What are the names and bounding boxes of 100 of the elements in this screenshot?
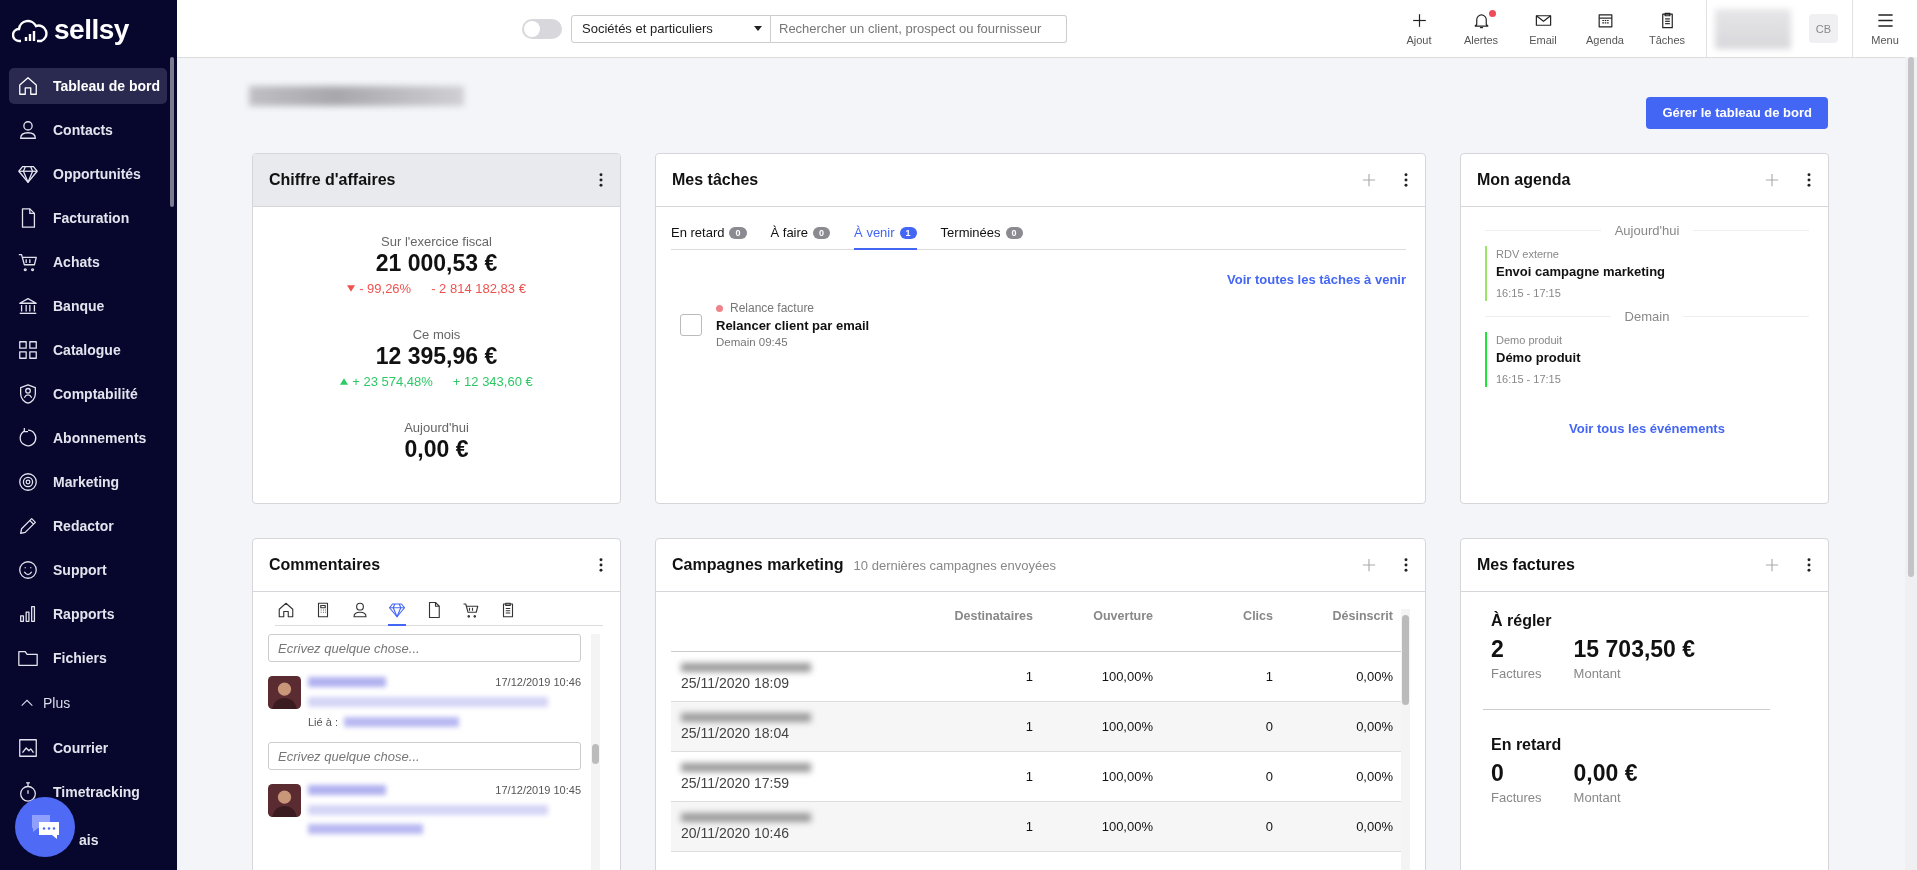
task-tab[interactable]: En retard 0 (671, 219, 747, 250)
home-icon (277, 601, 295, 619)
period-label: Aujourd'hui (404, 420, 469, 435)
linked-label: Lié à : (308, 716, 338, 728)
period-label: Sur l'exercice fiscal (381, 234, 492, 249)
sidebar-item[interactable]: Abonnements (9, 420, 167, 456)
kebab-menu-icon[interactable] (1807, 558, 1811, 572)
trend-percent: + 23 574,48% (352, 374, 433, 389)
sidebar-item[interactable]: Achats (9, 244, 167, 280)
column-header: Désinscrit (1331, 609, 1393, 623)
invoice-amount: 0,00 € (1573, 760, 1638, 787)
comment-field[interactable]: Ecrivez quelque chose... (268, 634, 581, 662)
logo-text: sellsy (54, 14, 129, 46)
kebab-menu-icon[interactable] (599, 558, 603, 572)
task-title: Relancer client par email (716, 318, 870, 333)
sidebar-scrollbar[interactable] (170, 57, 174, 207)
card-title: Mon agenda (1477, 171, 1571, 189)
picture-frame-icon (17, 737, 39, 759)
section-title: En retard (1491, 736, 1563, 754)
trend-percent: - 99,26% (359, 281, 412, 296)
smiley-icon (17, 559, 39, 581)
sidebar-item[interactable]: Timetracking (9, 774, 167, 810)
sidebar-item[interactable]: Redactor (9, 508, 167, 544)
toolbar-button[interactable]: Email (1512, 11, 1574, 46)
kebab-menu-icon[interactable] (1404, 558, 1408, 572)
amount-label: Montant (1573, 666, 1622, 681)
table-cell-text: 0 (1264, 769, 1273, 784)
task-checkbox[interactable] (680, 313, 702, 336)
revenue-amount: 12 395,96 € (375, 343, 498, 370)
comment-date: 17/12/2019 10:45 (495, 784, 581, 796)
table-cell-text: 25/11/2020 18:09 (681, 674, 790, 691)
sidebar-item[interactable]: Courrier (9, 730, 167, 766)
sidebar-item[interactable]: Contacts (9, 112, 167, 148)
task-tab[interactable]: Terminées 0 (940, 219, 1023, 250)
task-tab[interactable]: À faire 0 (770, 219, 831, 250)
revenue-amount: 21 000,53 € (375, 250, 498, 277)
agenda-event[interactable]: Demo produit Démo produit 16:15 - 17:15 (1485, 332, 1809, 387)
stopwatch-icon (17, 781, 39, 803)
view-all-events-link[interactable]: Voir tous les événements (1569, 421, 1725, 436)
page-scrollbar[interactable] (1905, 57, 1917, 870)
diamond-icon (388, 601, 406, 619)
amount-label: Montant (1573, 790, 1622, 805)
toolbar-button[interactable]: Ajout (1388, 11, 1450, 46)
sidebar-item[interactable]: Opportunités (9, 156, 167, 192)
invoice-count: 0 (1491, 760, 1505, 787)
sidebar-item[interactable]: Support (9, 552, 167, 588)
sidebar-item[interactable]: Fichiers (9, 640, 167, 676)
sidebar-item[interactable]: Banque (9, 288, 167, 324)
scrollbar[interactable] (1401, 609, 1410, 870)
table-cell-text: 0 (1264, 719, 1273, 734)
user-icon (17, 119, 39, 141)
sidebar-item[interactable]: ais (79, 832, 99, 848)
shield-icon (17, 383, 39, 405)
column-header: Ouverture (1092, 609, 1153, 623)
kebab-menu-icon[interactable] (1807, 173, 1811, 187)
more-toggle[interactable]: Plus (9, 684, 167, 722)
sidebar-item[interactable]: Facturation (9, 200, 167, 236)
target-icon (17, 471, 39, 493)
table-cell-text: 1 (1024, 669, 1033, 684)
card-title: Mes factures (1477, 556, 1575, 574)
pencil-icon (17, 515, 39, 537)
kebab-menu-icon[interactable] (1404, 173, 1408, 187)
scrollbar[interactable] (591, 634, 600, 870)
count-label: Factures (1491, 790, 1542, 805)
menu-button[interactable]: Menu (1861, 11, 1909, 46)
sidebar-item[interactable]: Comptabilité (9, 376, 167, 412)
refresh-icon (17, 427, 39, 449)
card-title: Campagnes marketing (672, 556, 844, 574)
column-header: Clics (1242, 609, 1273, 623)
section-title: À régler (1491, 612, 1553, 630)
day-label: Aujourd'hui (1614, 223, 1680, 238)
sidebar-item[interactable]: Marketing (9, 464, 167, 500)
task-tab[interactable]: À venir 1 (854, 219, 917, 250)
bank-icon (17, 295, 39, 317)
cloud-logo-icon (12, 17, 48, 43)
table-cell-text: 0,00% (1355, 669, 1393, 684)
scope-select[interactable]: Sociétés et particuliers (571, 14, 771, 43)
sidebar-item[interactable]: Catalogue (9, 332, 167, 368)
kebab-menu-icon[interactable] (599, 173, 603, 187)
toolbar-button[interactable]: Agenda (1574, 11, 1636, 46)
sidebar-item[interactable]: Rapports (9, 596, 167, 632)
toolbar-button[interactable]: Tâches (1636, 11, 1698, 46)
table-cell-text: 25/11/2020 18:04 (681, 724, 790, 741)
view-all-tasks-link[interactable]: Voir toutes les tâches à venir (1227, 272, 1406, 287)
agenda-event[interactable]: RDV externe Envoi campagne marketing 16:15 - 17:15 (1485, 246, 1809, 301)
table-cell-text: 1 (1024, 819, 1033, 834)
table-cell-text: 0,00% (1355, 719, 1393, 734)
task-category: Relance facture (730, 301, 815, 315)
sidebar-item[interactable]: Tableau de bord (9, 68, 167, 104)
card-title: Commentaires (269, 556, 381, 574)
toggle-switch[interactable] (522, 18, 562, 39)
manage-dashboard-button[interactable]: Gérer le tableau de bord (1646, 96, 1828, 129)
grid-icon (17, 339, 39, 361)
toolbar-button[interactable]: Alertes (1450, 11, 1512, 46)
table-cell-text: 1 (1264, 669, 1273, 684)
column-header: Destinataires (953, 609, 1033, 623)
card-title: Mes tâches (672, 171, 759, 189)
search-field[interactable]: Rechercher un client, prospect ou fournisseur (771, 14, 1067, 43)
table-cell-text: 25/11/2020 17:59 (681, 774, 790, 791)
comment-field[interactable]: Ecrivez quelque chose... (268, 742, 581, 770)
